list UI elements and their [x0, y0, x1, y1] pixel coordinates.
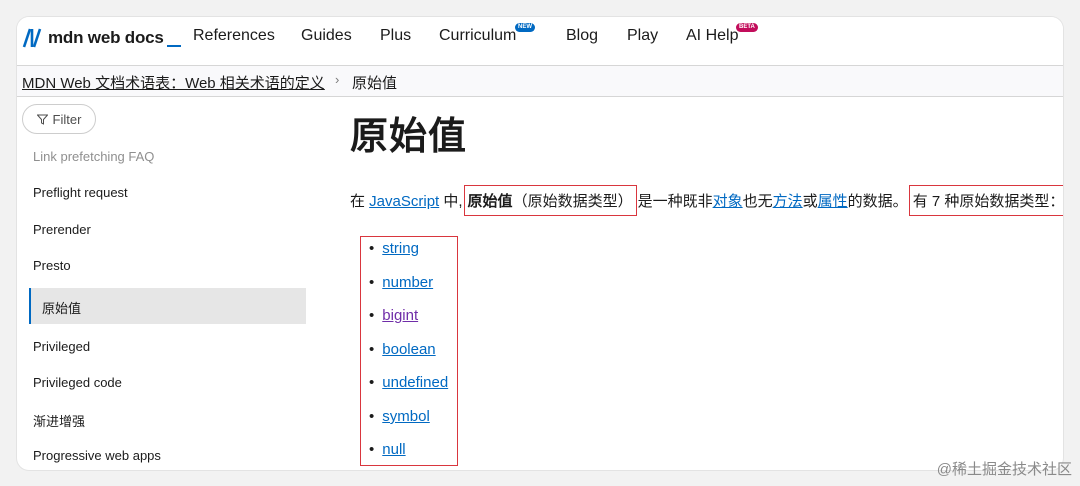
bullet: • — [369, 408, 375, 425]
nav-plus[interactable]: Plus — [380, 27, 411, 45]
mdn-logo[interactable]: mdn web docs — [22, 27, 181, 49]
javascript-link[interactable]: JavaScript — [369, 193, 439, 210]
para-text: 中, — [439, 193, 463, 210]
list-item: • bigint — [369, 307, 418, 324]
nav-play[interactable]: Play — [627, 27, 658, 45]
para-text: 在 — [350, 193, 370, 210]
bullet: • — [369, 374, 375, 391]
breadcrumb-parent-link[interactable]: MDN Web 文档术语表：Web 相关术语的定义 — [22, 72, 325, 93]
sidebar-item-prerender[interactable]: Prerender — [33, 222, 91, 237]
page-title: 原始值 — [350, 116, 468, 158]
list-item: • string — [369, 240, 419, 257]
breadcrumb: MDN Web 文档术语表：Web 相关术语的定义 › 原始值 — [17, 65, 1063, 97]
mdn-logo-icon — [22, 28, 42, 48]
type-link-undefined[interactable]: undefined — [382, 374, 448, 391]
type-link-boolean[interactable]: boolean — [382, 341, 435, 358]
nav-blog[interactable]: Blog — [566, 27, 598, 45]
primitive-term: 原始值 — [467, 193, 513, 210]
type-link-number[interactable]: number — [382, 274, 433, 291]
filter-label: Filter — [52, 111, 82, 127]
type-link-symbol[interactable]: symbol — [382, 408, 430, 425]
object-link[interactable]: 对象 — [713, 193, 743, 210]
bullet: • — [369, 240, 375, 257]
bullet: • — [369, 341, 375, 358]
new-badge: NEW — [515, 23, 535, 32]
para-text: 是一种既非 — [637, 193, 713, 210]
method-link[interactable]: 方法 — [773, 193, 803, 210]
type-link-bigint[interactable]: bigint — [382, 307, 418, 324]
bullet: • — [369, 441, 375, 458]
list-item: • number — [369, 274, 433, 291]
filter-icon — [36, 114, 48, 125]
highlight-box-definition: 原始值（原始数据类型） — [463, 185, 637, 216]
chevron-right-icon: › — [335, 72, 340, 87]
sidebar-item-privileged-code[interactable]: Privileged code — [33, 375, 122, 390]
filter-button[interactable]: Filter — [22, 104, 96, 134]
logo-text: mdn web docs — [48, 28, 164, 47]
highlight-box-count: 有 7 种原始数据类型： — [908, 185, 1063, 216]
list-item: • null — [369, 441, 406, 458]
top-navigation: mdn web docs References Guides Plus Curr… — [17, 17, 1063, 65]
sidebar-item-progressive-enhancement[interactable]: 渐进增强 — [33, 411, 85, 430]
browser-page: mdn web docs References Guides Plus Curr… — [17, 17, 1063, 470]
sidebar-item-privileged[interactable]: Privileged — [33, 339, 90, 354]
primitive-types-list: • string • number • bigint • boolean • undefi… — [360, 236, 458, 466]
sidebar-item-presto[interactable]: Presto — [33, 258, 71, 273]
para-text: 有 7 种原始数据类型： — [912, 193, 1063, 210]
para-text: 或 — [802, 193, 818, 210]
type-link-string[interactable]: string — [382, 240, 419, 257]
bullet: • — [369, 274, 375, 291]
list-item: • boolean — [369, 341, 436, 358]
nav-guides[interactable]: Guides — [301, 27, 352, 45]
nav-ai-help[interactable]: AI Help — [686, 27, 738, 45]
bullet: • — [369, 307, 375, 324]
nav-curriculum[interactable]: Curriculum — [439, 27, 516, 45]
logo-underscore — [166, 45, 181, 47]
intro-paragraph: 在 JavaScript 中, 原始值（原始数据类型） 是一种既非对象也无方法或属性… — [350, 185, 1063, 216]
type-link-null[interactable]: null — [382, 441, 405, 458]
nav-references[interactable]: References — [193, 27, 275, 45]
list-item: • symbol — [369, 408, 430, 425]
para-text: 也无 — [742, 193, 773, 210]
property-link[interactable]: 属性 — [818, 193, 848, 210]
sidebar-item-primitive-active[interactable]: 原始值 — [29, 288, 306, 324]
sidebar-item-link-prefetching-faq[interactable]: Link prefetching FAQ — [33, 149, 154, 164]
sidebar-item-label: 原始值 — [42, 301, 82, 316]
beta-badge: BETA — [736, 23, 758, 32]
sidebar-item-preflight-request[interactable]: Preflight request — [33, 185, 128, 200]
para-text: （原始数据类型） — [512, 193, 633, 210]
list-item: • undefined — [369, 374, 448, 391]
sidebar-item-progressive-web-apps[interactable]: Progressive web apps — [33, 448, 161, 463]
para-text: 的数据。 — [847, 193, 908, 210]
watermark: @稀土掘金技术社区 — [936, 461, 1072, 478]
breadcrumb-current: 原始值 — [352, 75, 398, 92]
